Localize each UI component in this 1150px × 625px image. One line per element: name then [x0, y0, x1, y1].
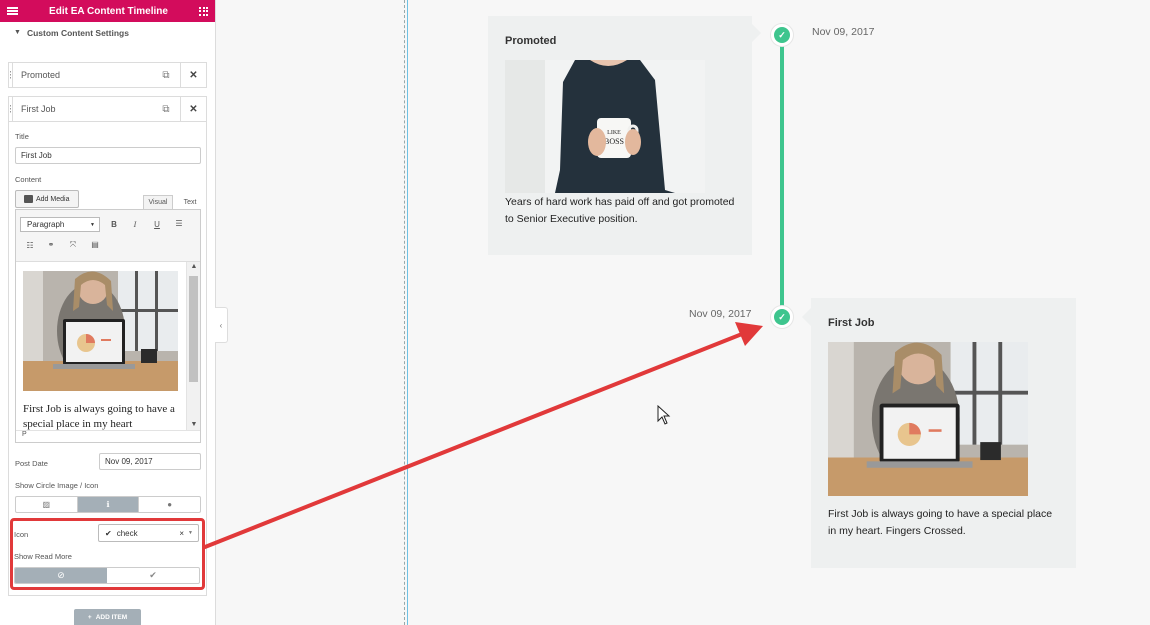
section-guide-dashed — [404, 0, 405, 625]
editor-body[interactable]: First Job is always going to have a spec… — [16, 262, 188, 432]
card-pointer — [802, 308, 811, 326]
caret-down-icon: ▼ — [14, 29, 21, 36]
editor-toolbar: Paragraph ▼ B I U ☰ ☷ ⚭ ⤧ ▤ — [16, 210, 200, 262]
scroll-down-icon[interactable]: ▼ — [187, 421, 201, 428]
add-media-label: Add Media — [36, 195, 70, 203]
collapse-panel-handle[interactable]: ‹ — [215, 307, 228, 343]
timeline-bullet: ✓ — [770, 23, 794, 47]
title-input[interactable]: First Job — [15, 147, 201, 164]
repeater-item-promoted[interactable]: Promoted ⧉ ✕ — [8, 62, 207, 88]
link-icon[interactable]: ⚭ — [45, 240, 57, 249]
sidebar-title: Edit EA Content Timeline — [49, 5, 168, 17]
scrollbar-thumb[interactable] — [189, 276, 198, 382]
none-option-icon[interactable]: ● — [139, 497, 200, 512]
check-icon: ✓ — [774, 309, 790, 325]
card-pointer — [752, 24, 761, 42]
icon-option-icon[interactable]: ℹ — [77, 497, 140, 512]
duplicate-icon[interactable]: ⧉ — [152, 63, 180, 87]
card-title: First Job — [828, 317, 875, 329]
italic-icon[interactable]: I — [129, 220, 141, 229]
duplicate-icon[interactable]: ⧉ — [152, 97, 180, 121]
editor-scrollbar[interactable]: ▲ ▼ — [186, 262, 200, 430]
circle-type-switcher[interactable]: ▨ ℹ ● — [15, 496, 201, 513]
title-label: Title — [15, 132, 29, 141]
delete-icon[interactable]: ✕ — [180, 63, 206, 87]
paragraph-select-value: Paragraph — [27, 220, 65, 229]
annotation-highlight-box — [10, 518, 205, 590]
add-item-button[interactable]: + ADD ITEM — [74, 609, 141, 625]
bold-icon[interactable]: B — [108, 220, 120, 229]
numbered-list-icon[interactable]: ☷ — [24, 241, 36, 250]
office-woman-laptop-image — [23, 271, 178, 391]
editor-sidebar: Edit EA Content Timeline ▼ Custom Conten… — [0, 0, 216, 625]
content-label: Content — [15, 175, 42, 184]
card-description: Years of hard work has paid off and got … — [505, 196, 735, 225]
timeline-line — [780, 35, 784, 317]
add-media-button[interactable]: Add Media — [15, 190, 79, 208]
show-circle-label: Show Circle Image / Icon — [15, 481, 99, 490]
check-icon: ✓ — [774, 27, 790, 43]
repeater-item-label[interactable]: First Job — [13, 104, 152, 114]
image-option-icon[interactable]: ▨ — [16, 497, 78, 512]
media-icon — [24, 195, 33, 203]
editor-content-text[interactable]: First Job is always going to have a spec… — [23, 402, 185, 432]
sidebar-header: Edit EA Content Timeline — [0, 0, 215, 22]
repeater-item-first-job[interactable]: First Job ⧉ ✕ — [8, 96, 207, 122]
timeline-bullet: ✓ — [770, 305, 794, 329]
office-woman-laptop-image — [828, 342, 1028, 496]
mouse-cursor-icon — [657, 405, 671, 425]
timeline-date: Nov 09, 2017 — [689, 308, 752, 320]
scroll-up-icon[interactable]: ▲ — [187, 263, 201, 270]
widgets-grid-icon[interactable] — [199, 6, 208, 16]
hamburger-menu-icon[interactable] — [7, 7, 18, 15]
plus-icon: + — [87, 613, 92, 621]
svg-text:BOSS: BOSS — [604, 137, 624, 146]
tab-text[interactable]: Text — [177, 195, 203, 209]
underline-icon[interactable]: U — [151, 220, 163, 229]
post-date-label: Post Date — [15, 459, 48, 468]
timeline-date: Nov 09, 2017 — [812, 26, 875, 38]
paragraph-format-select[interactable]: Paragraph ▼ — [20, 217, 100, 232]
card-description: First Job is always going to have a spec… — [828, 508, 1053, 537]
woman-with-mug-image: LIKE BOSS — [505, 60, 705, 193]
delete-icon[interactable]: ✕ — [180, 97, 206, 121]
section-label: Custom Content Settings — [26, 28, 129, 38]
chevron-left-icon: ‹ — [219, 320, 223, 330]
svg-text:LIKE: LIKE — [607, 130, 621, 136]
rich-text-editor[interactable]: Paragraph ▼ B I U ☰ ☷ ⚭ ⤧ ▤ First Job is… — [15, 209, 201, 443]
post-date-input[interactable]: Nov 09, 2017 — [99, 453, 201, 470]
tab-visual[interactable]: Visual — [143, 195, 173, 209]
repeater-item-label[interactable]: Promoted — [13, 70, 152, 80]
editor-status-path: P — [16, 430, 200, 442]
add-item-label: ADD ITEM — [95, 613, 128, 621]
caret-down-icon: ▼ — [90, 221, 95, 228]
section-toggle-custom-content[interactable]: ▼ Custom Content Settings — [0, 22, 215, 44]
toolbar-toggle-icon[interactable]: ▤ — [89, 240, 101, 249]
fullscreen-icon[interactable]: ⤧ — [67, 240, 79, 250]
section-guide-blue — [407, 0, 408, 625]
card-title: Promoted — [505, 35, 557, 47]
bullet-list-icon[interactable]: ☰ — [173, 219, 185, 228]
